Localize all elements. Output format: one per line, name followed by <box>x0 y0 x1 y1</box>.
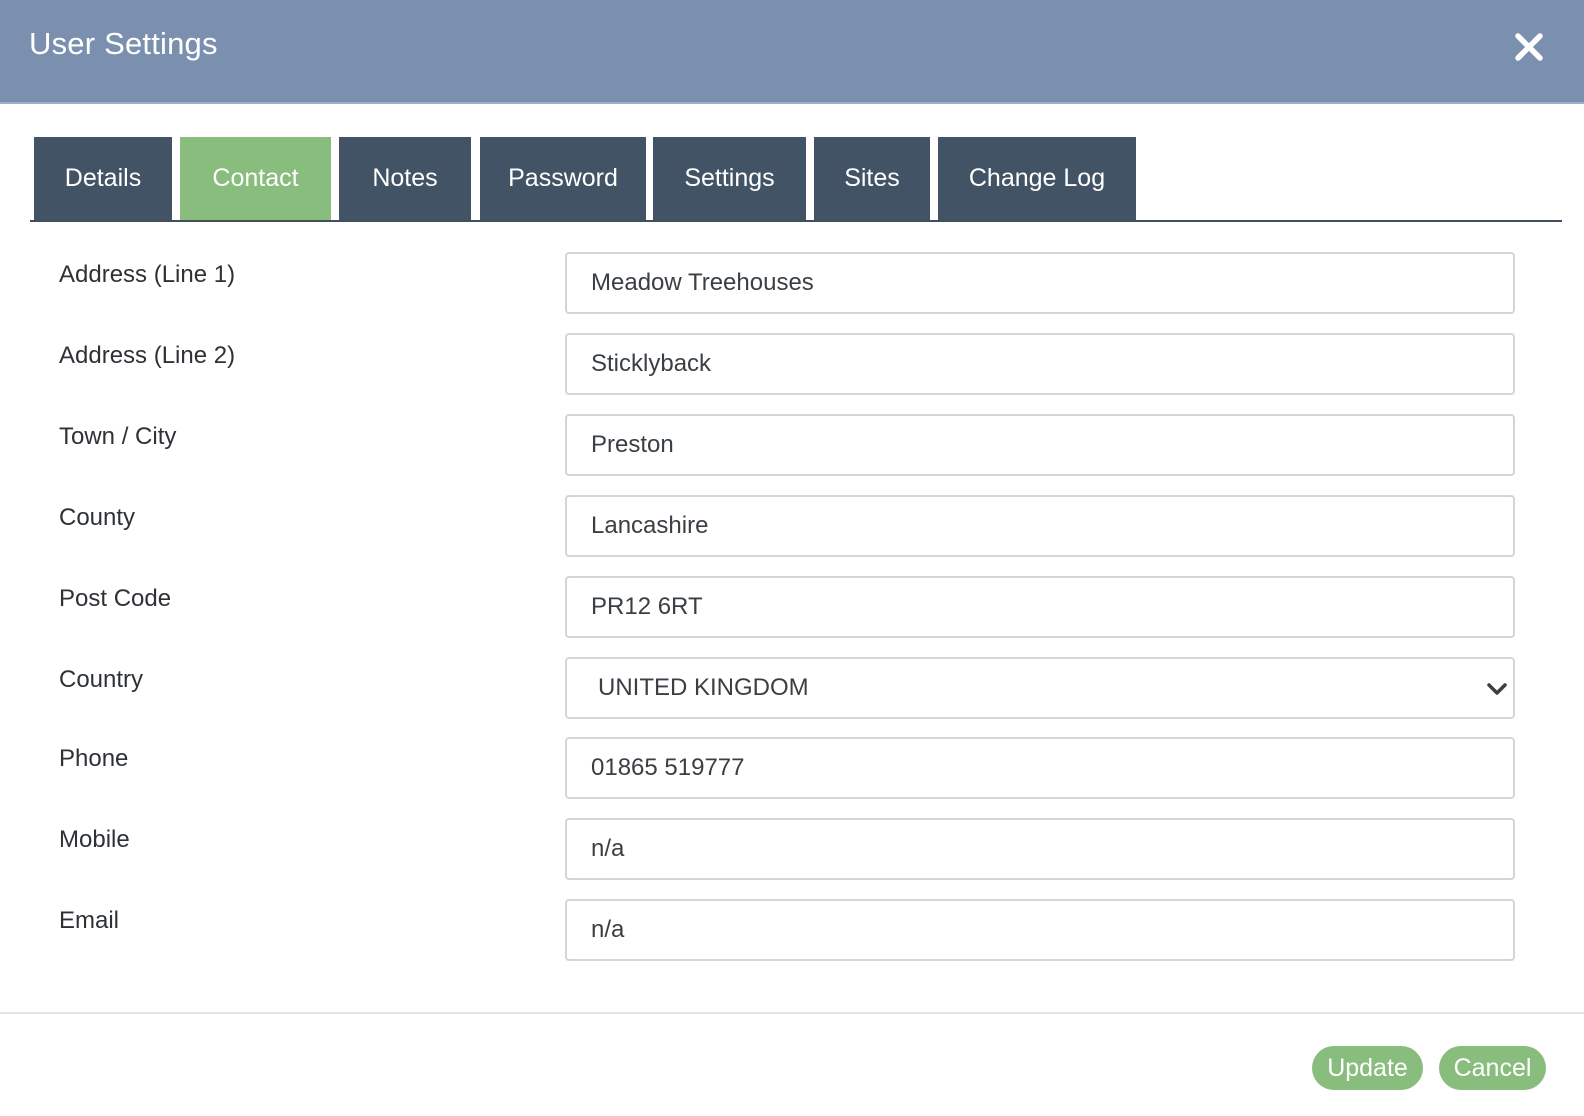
tab-change-log[interactable]: Change Log <box>938 137 1136 220</box>
tab-details[interactable]: Details <box>34 137 172 220</box>
tab-settings[interactable]: Settings <box>653 137 806 220</box>
tab-password[interactable]: Password <box>480 137 646 220</box>
phone-input[interactable]: 01865 519777 <box>565 737 1515 799</box>
post-code-input[interactable]: PR12 6RT <box>565 576 1515 638</box>
tab-notes[interactable]: Notes <box>339 137 471 220</box>
address-line-1-label: Address (Line 1) <box>59 261 236 288</box>
country-select[interactable]: UNITED KINGDOM <box>565 657 1515 719</box>
user-settings-modal: User Settings Details Contact Notes Pass… <box>0 0 1584 1116</box>
modal-header: User Settings <box>0 0 1584 104</box>
tab-sites[interactable]: Sites <box>814 137 930 220</box>
town-city-input[interactable]: Preston <box>565 414 1515 476</box>
modal-title: User Settings <box>29 26 218 61</box>
footer-divider <box>0 1012 1584 1014</box>
tab-contact[interactable]: Contact <box>180 137 331 220</box>
county-input[interactable]: Lancashire <box>565 495 1515 557</box>
country-select-value: UNITED KINGDOM <box>598 674 809 701</box>
address-line-2-input[interactable]: Sticklyback <box>565 333 1515 395</box>
close-icon[interactable] <box>1510 28 1548 66</box>
phone-label: Phone <box>59 745 129 772</box>
post-code-label: Post Code <box>59 585 172 612</box>
tab-bar: Details Contact Notes Password Settings … <box>30 136 1562 222</box>
email-label: Email <box>59 907 120 934</box>
mobile-label: Mobile <box>59 826 130 853</box>
address-line-1-input[interactable]: Meadow Treehouses <box>565 252 1515 314</box>
mobile-input[interactable]: n/a <box>565 818 1515 880</box>
chevron-down-icon <box>1486 679 1508 699</box>
county-label: County <box>59 504 136 531</box>
country-label: Country <box>59 666 144 693</box>
town-city-label: Town / City <box>59 423 177 450</box>
address-line-2-label: Address (Line 2) <box>59 342 236 369</box>
cancel-button[interactable]: Cancel <box>1439 1046 1546 1090</box>
email-input[interactable]: n/a <box>565 899 1515 961</box>
update-button[interactable]: Update <box>1312 1046 1423 1090</box>
